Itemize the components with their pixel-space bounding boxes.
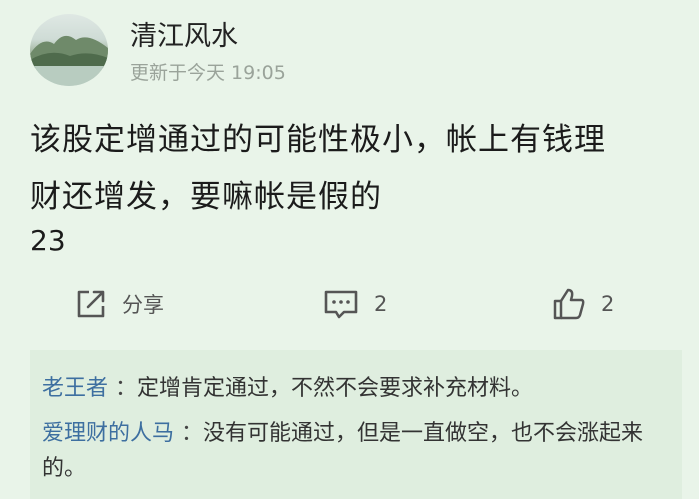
comment-button[interactable]: 2 (322, 284, 387, 324)
share-icon (74, 287, 108, 321)
comment-text: 定增肯定通过，不然不会要求补充材料。 (137, 376, 534, 401)
comment-item[interactable]: 爱理财的人马 ：没有可能通过，但是一直做空，也不会涨起来的。 (42, 416, 666, 486)
comment-count: 2 (374, 292, 388, 316)
like-count: 2 (601, 292, 615, 316)
comment-author[interactable]: 老王者 (42, 376, 108, 401)
post-card: 清江风水 更新于今天 19:05 该股定增通过的可能性极小，帐上有钱理 财还增发… (0, 0, 699, 499)
comment-separator: ： (108, 376, 138, 401)
avatar[interactable] (30, 14, 108, 86)
post-content-line: 该股定增通过的可能性极小，帐上有钱理 (30, 122, 606, 158)
avatar-landscape-image (30, 35, 108, 86)
comment-author[interactable]: 爱理财的人马 (42, 421, 174, 446)
comment-item[interactable]: 老王者 ：定增肯定通过，不然不会要求补充材料。 (42, 371, 666, 406)
post-number: 23 (30, 224, 66, 257)
like-button[interactable]: 2 (551, 284, 614, 324)
author-name[interactable]: 清江风水 (130, 14, 238, 53)
post-timestamp: 更新于今天 19:05 (130, 62, 286, 84)
comment-list: 老王者 ：定增肯定通过，不然不会要求补充材料。 爱理财的人马 ：没有可能通过，但… (30, 350, 682, 499)
thumbs-up-icon (551, 286, 587, 322)
post-content: 该股定增通过的可能性极小，帐上有钱理 财还增发，要嘛帐是假的 (30, 112, 680, 226)
share-button[interactable]: 分享 (74, 284, 164, 324)
post-content-line: 财还增发，要嘛帐是假的 (30, 179, 382, 215)
share-label: 分享 (122, 293, 164, 317)
comment-icon (322, 287, 360, 321)
comment-separator: ： (174, 421, 204, 446)
